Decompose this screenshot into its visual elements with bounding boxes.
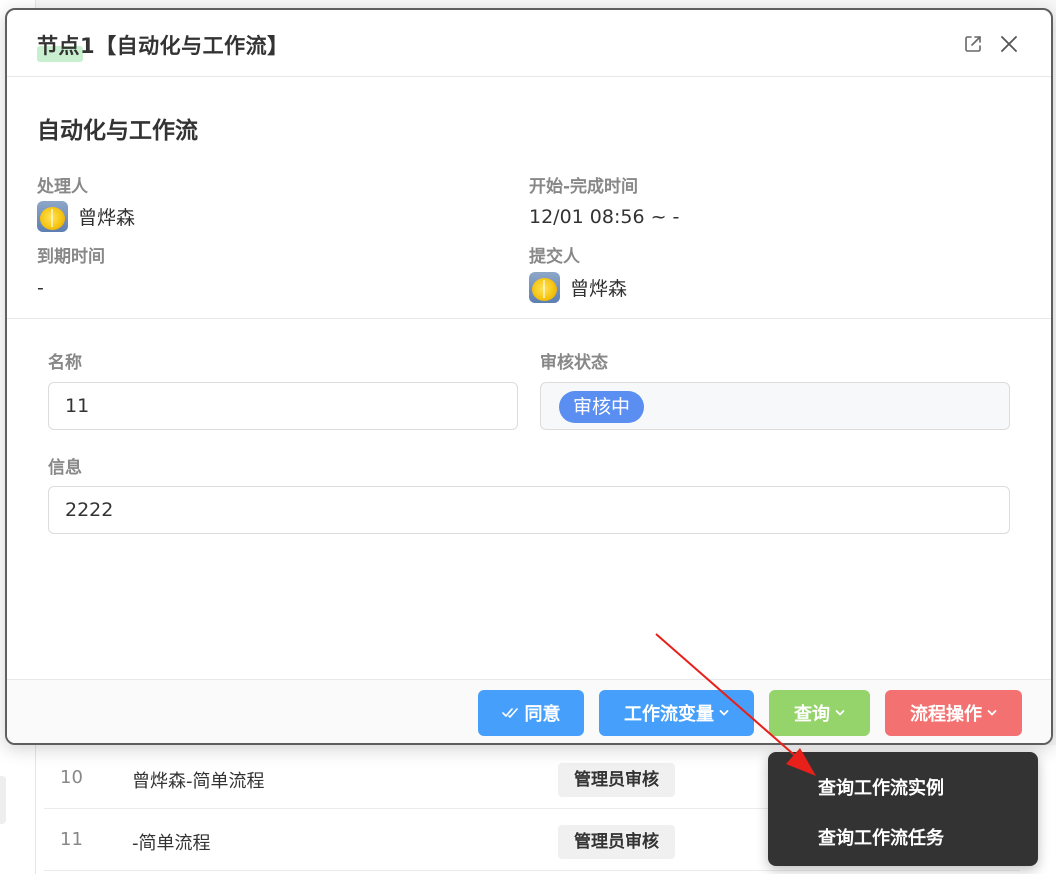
query-dropdown-menu: 查询工作流实例 查询工作流任务 xyxy=(768,752,1038,866)
menu-item-query-instance[interactable]: 查询工作流实例 xyxy=(818,774,944,800)
time-label: 开始-完成时间 xyxy=(529,177,639,197)
status-label: 审核状态 xyxy=(540,353,608,373)
workflow-vars-label: 工作流变量 xyxy=(624,704,714,725)
row-tag: 管理员审核 xyxy=(558,763,675,797)
chevron-down-icon xyxy=(835,710,845,716)
left-rail-chip xyxy=(0,776,6,824)
submitter-label: 提交人 xyxy=(529,247,580,267)
info-input[interactable]: 2222 xyxy=(48,486,1010,534)
info-label: 信息 xyxy=(48,458,82,478)
due-label: 到期时间 xyxy=(37,247,105,267)
status-badge: 审核中 xyxy=(559,391,645,423)
approve-label: 同意 xyxy=(524,704,561,725)
row-name: -简单流程 xyxy=(132,833,211,854)
query-label: 查询 xyxy=(794,704,830,725)
handler-label: 处理人 xyxy=(37,177,88,197)
avatar xyxy=(529,272,560,303)
due-value: - xyxy=(37,277,44,299)
modal-header: 节点1【自动化与工作流】 xyxy=(7,10,1051,77)
row-id: 10 xyxy=(60,767,83,788)
row-name: 曾烨森-简单流程 xyxy=(132,771,265,792)
info-section: 自动化与工作流 处理人 曾烨森 开始-完成时间 12/01 08:56 ~ - … xyxy=(7,77,1051,319)
chevron-down-icon xyxy=(987,710,997,716)
query-button[interactable]: 查询 xyxy=(769,690,870,736)
handler-name: 曾烨森 xyxy=(78,207,136,229)
flow-operation-label: 流程操作 xyxy=(910,704,982,725)
approve-button[interactable]: 同意 xyxy=(478,690,584,736)
node-detail-modal: 节点1【自动化与工作流】 自动化与工作流 处理人 曾烨森 开始-完成时间 12/… xyxy=(5,8,1053,745)
row-id: 11 xyxy=(60,829,83,850)
open-new-window-icon[interactable] xyxy=(961,32,985,56)
modal-title: 节点1【自动化与工作流】 xyxy=(37,34,289,58)
handler-user: 曾烨森 xyxy=(37,201,135,232)
submitter-user: 曾烨森 xyxy=(529,272,627,303)
modal-footer: 同意 工作流变量 查询 流程操作 xyxy=(7,679,1051,743)
double-check-icon xyxy=(501,708,518,718)
menu-item-query-task[interactable]: 查询工作流任务 xyxy=(818,824,944,850)
submitter-name: 曾烨森 xyxy=(570,278,628,300)
row-tag: 管理员审核 xyxy=(558,825,675,859)
avatar xyxy=(37,201,68,232)
name-label: 名称 xyxy=(48,353,82,373)
workflow-vars-button[interactable]: 工作流变量 xyxy=(599,690,754,736)
name-input[interactable]: 11 xyxy=(48,382,518,430)
flow-operation-button[interactable]: 流程操作 xyxy=(885,690,1022,736)
section-title: 自动化与工作流 xyxy=(37,118,198,144)
chevron-down-icon xyxy=(719,710,729,716)
close-icon[interactable] xyxy=(997,32,1021,56)
status-field: 审核中 xyxy=(540,382,1010,430)
time-value: 12/01 08:56 ~ - xyxy=(529,206,680,228)
